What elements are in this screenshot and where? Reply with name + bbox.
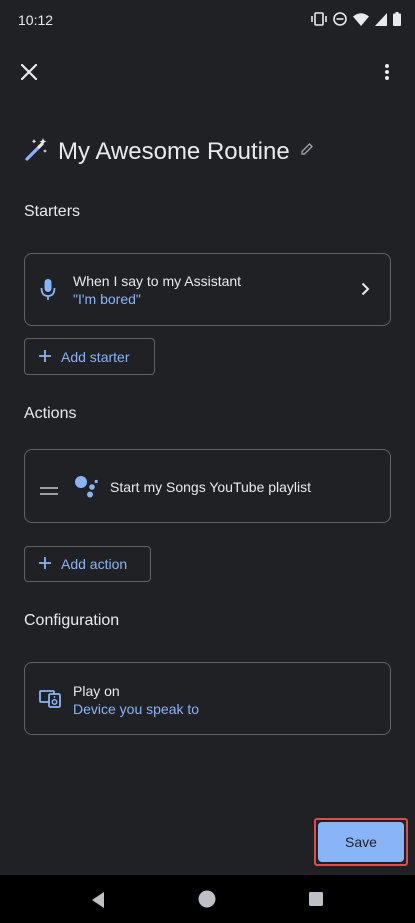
starter-subtitle: "I'm bored" <box>73 291 141 307</box>
home-icon[interactable] <box>198 890 216 913</box>
action-title: Start my Songs YouTube playlist <box>110 479 312 495</box>
status-icons <box>311 12 401 26</box>
signal-icon <box>375 12 387 26</box>
magic-wand-icon <box>24 136 48 167</box>
configuration-heading: Configuration <box>24 612 120 629</box>
back-icon[interactable] <box>90 891 106 914</box>
close-button[interactable] <box>9 54 49 94</box>
chevron-right-icon <box>361 282 370 301</box>
mic-icon <box>40 278 56 307</box>
add-action-label: Add action <box>61 556 128 572</box>
recents-icon[interactable] <box>309 892 323 911</box>
system-nav-bar <box>0 875 415 923</box>
vibrate-icon <box>311 12 327 26</box>
starters-heading: Starters <box>24 203 81 220</box>
routine-title-row[interactable]: My Awesome Routine <box>24 136 314 167</box>
play-on-subtitle: Device you speak to <box>73 701 200 717</box>
save-button[interactable]: Save <box>318 822 404 862</box>
close-icon <box>20 63 38 85</box>
more-options-button[interactable] <box>367 54 407 94</box>
google-assistant-icon <box>73 474 99 503</box>
action-card[interactable]: Start my Songs YouTube playlist <box>24 449 391 523</box>
add-action-button[interactable]: Add action <box>24 546 151 582</box>
play-on-card[interactable]: Play on Device you speak to <box>24 662 391 735</box>
routine-title: My Awesome Routine <box>58 137 290 165</box>
starter-card[interactable]: When I say to my Assistant "I'm bored" <box>24 253 391 326</box>
speaker-device-icon <box>39 690 61 713</box>
more-vert-icon <box>385 63 389 85</box>
add-starter-button[interactable]: Add starter <box>24 338 155 375</box>
plus-icon <box>39 556 51 572</box>
starter-title: When I say to my Assistant <box>73 273 242 289</box>
actions-heading: Actions <box>24 405 77 422</box>
add-starter-label: Add starter <box>61 348 130 365</box>
status-time: 10:12 <box>18 12 54 28</box>
plus-icon <box>39 349 51 365</box>
drag-handle-icon[interactable] <box>40 482 58 500</box>
battery-icon <box>393 12 401 26</box>
wifi-icon <box>353 12 369 26</box>
dnd-icon <box>333 12 347 26</box>
play-on-title: Play on <box>73 683 120 699</box>
pencil-icon[interactable] <box>300 142 314 161</box>
